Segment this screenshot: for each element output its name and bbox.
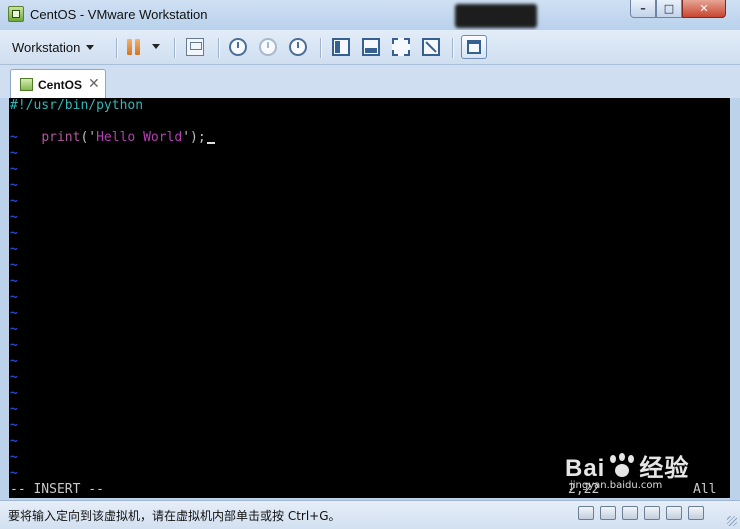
vmware-app-icon [8,6,24,22]
resize-grip-icon[interactable] [727,516,737,526]
workstation-menu-label: Workstation [12,39,81,55]
full-screen-icon[interactable] [392,38,410,56]
sound-card-icon[interactable] [666,506,682,520]
revert-snapshot-icon[interactable] [259,38,277,56]
vim-empty-line-marker: ~ [10,290,18,305]
vim-empty-line-marker: ~ [10,466,18,481]
vim-empty-line-marker: ~ [10,258,18,273]
watermark-url: jingyan.baidu.com [570,480,663,491]
window-title: CentOS - VMware Workstation [30,7,208,22]
vim-empty-line-marker: ~ [10,402,18,417]
code-line-print: print('Hello World'); [10,114,215,145]
vim-empty-line-marker: ~ [10,322,18,337]
code-close-paren: '); [182,130,206,145]
status-message: 要将输入定向到该虚拟机，请在虚拟机内部单击或按 Ctrl+G。 [8,509,341,523]
tab-label: CentOS [38,78,83,92]
chevron-down-icon [86,44,95,50]
toolbar-separator [174,38,176,58]
cd-drive-icon[interactable] [600,506,616,520]
thumbnail-view-icon[interactable] [461,35,487,59]
vm-icon [20,78,33,91]
take-snapshot-icon[interactable] [229,38,247,56]
hard-disk-icon[interactable] [578,506,594,520]
baidu-watermark: Bai 经验 [565,448,689,483]
toolbar: Workstation [0,30,740,65]
send-ctrl-alt-del-icon[interactable] [186,38,204,56]
window-controls: – □ ✕ [630,0,726,20]
vim-empty-line-marker: ~ [10,178,18,193]
workstation-menu[interactable]: Workstation [12,36,95,58]
vim-empty-line-marker: ~ [10,418,18,433]
vim-empty-line-marker: ~ [10,226,18,241]
vim-empty-line-marker: ~ [10,450,18,465]
code-function: print [41,130,81,145]
vim-empty-line-marker: ~ [10,434,18,449]
message-log-icon[interactable] [688,506,704,520]
watermark-right: 经验 [639,455,690,482]
vim-empty-line-marker: ~ [10,386,18,401]
power-dropdown-icon[interactable] [152,44,160,49]
unity-icon[interactable] [422,38,440,56]
quick-switch-icon[interactable] [362,38,380,56]
toolbar-separator [320,38,322,58]
snapshot-manager-icon[interactable] [289,38,307,56]
toolbar-separator [452,38,454,58]
printer-icon[interactable] [644,506,660,520]
watermark-left: Bai [565,455,606,482]
vim-empty-line-marker: ~ [10,354,18,369]
vim-empty-line-marker: ~ [10,274,18,289]
maximize-button[interactable]: □ [656,0,682,18]
close-tab-icon[interactable]: ✕ [88,76,100,92]
toolbar-separator [218,38,220,58]
vim-empty-line-marker: ~ [10,210,18,225]
redacted-area [455,4,537,28]
vim-empty-line-marker: ~ [10,162,18,177]
vim-empty-line-marker: ~ [10,242,18,257]
code-line-shebang: #!/usr/bin/python [10,98,144,113]
network-adapter-icon[interactable] [622,506,638,520]
console-view-icon[interactable] [332,38,350,56]
vim-empty-line-marker: ~ [10,370,18,385]
code-open-paren: (' [80,130,97,145]
tab-centos[interactable]: CentOS ✕ [10,69,106,98]
scroll-position: All [693,482,717,497]
paw-icon [607,453,637,479]
tab-strip: CentOS ✕ [0,65,740,98]
code-string: Hello World [96,130,183,145]
vim-empty-line-marker: ~ [10,146,18,161]
vim-mode-indicator: -- INSERT -- [10,482,104,497]
minimize-button[interactable]: – [630,0,656,18]
text-cursor [206,142,215,144]
pause-icon[interactable] [126,38,144,56]
vim-empty-line-marker: ~ [10,338,18,353]
vim-empty-line-marker: ~ [10,306,18,321]
vm-console[interactable]: #!/usr/bin/python print('Hello World'); … [9,98,730,498]
close-button[interactable]: ✕ [682,0,726,18]
toolbar-separator [116,38,118,58]
title-bar: CentOS - VMware Workstation – □ ✕ [0,0,740,31]
vim-empty-line-marker: ~ [10,130,18,145]
vim-empty-line-marker: ~ [10,194,18,209]
